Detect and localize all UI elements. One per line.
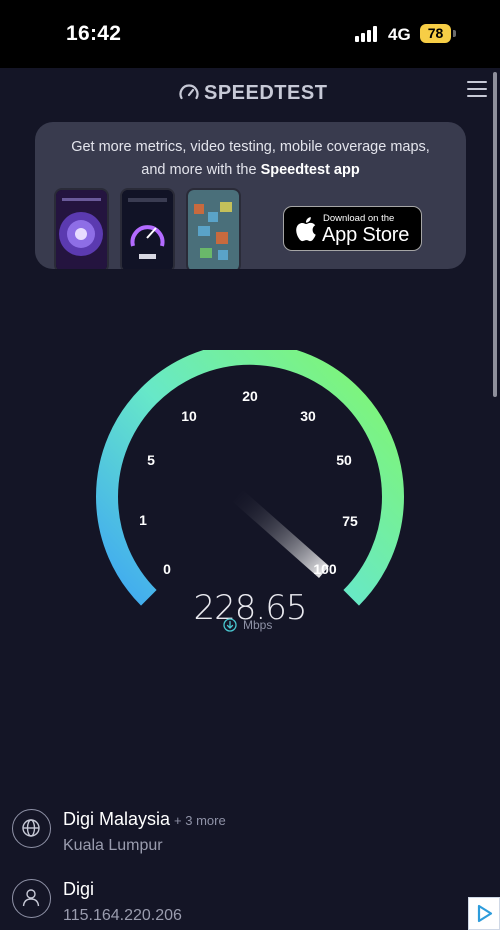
speed-unit: Mbps xyxy=(243,618,273,632)
gauge-tick-10: 10 xyxy=(181,408,197,424)
gauge-tick-20: 20 xyxy=(242,388,258,404)
battery-tip xyxy=(453,30,456,37)
globe-icon xyxy=(12,809,51,848)
gauge-tick-30: 30 xyxy=(300,408,316,424)
client-isp-name: Digi xyxy=(63,879,95,899)
server-name: Digi Malaysia + 3 more xyxy=(63,809,226,830)
phone-preview-image-1 xyxy=(54,188,109,269)
speed-gauge: 0 1 5 10 20 30 50 75 100 xyxy=(95,350,405,620)
ad-choices-icon[interactable] xyxy=(468,897,500,930)
status-time: 16:42 xyxy=(66,22,122,45)
speedometer-logo-icon xyxy=(179,84,199,100)
promo-app-name: Speedtest app xyxy=(260,162,360,178)
promo-text: Get more metrics, video testing, mobile … xyxy=(45,136,456,182)
server-name-text: Digi Malaysia xyxy=(63,809,171,829)
speed-unit-row: Mbps xyxy=(223,617,272,633)
cellular-signal-icon xyxy=(355,26,381,42)
promo-line-2: and more with the Speedtest app xyxy=(45,159,456,182)
gauge-tick-50: 50 xyxy=(336,452,352,468)
scrollbar[interactable] xyxy=(493,72,497,397)
battery-icon: 78 xyxy=(420,24,451,43)
gauge-tick-100: 100 xyxy=(313,561,337,577)
promo-line-2-prefix: and more with the xyxy=(141,162,261,178)
user-icon xyxy=(12,879,51,918)
app-header: SPEEDTEST xyxy=(0,68,500,118)
app-store-label: App Store xyxy=(322,224,410,246)
hamburger-menu-icon[interactable] xyxy=(467,81,487,97)
apple-icon xyxy=(296,217,316,242)
logo-text: SPEEDTEST xyxy=(204,81,328,104)
phone-preview-image-3 xyxy=(186,188,241,269)
download-arrow-icon xyxy=(223,618,237,632)
status-bar: 16:42 4G 78 xyxy=(0,0,500,68)
phone-preview-image-2 xyxy=(120,188,175,269)
speedtest-logo[interactable]: SPEEDTEST xyxy=(178,82,327,104)
app-promo-banner[interactable]: Get more metrics, video testing, mobile … xyxy=(35,122,466,269)
more-servers-link[interactable]: + 3 more xyxy=(174,813,226,828)
gauge-tick-1: 1 xyxy=(139,512,147,528)
client-ip: 115.164.220.206 xyxy=(63,907,182,924)
client-info[interactable]: Digi 115.164.220.206 xyxy=(12,879,482,930)
app-store-small-text: Download on the xyxy=(323,213,395,224)
app-store-button[interactable]: Download on the App Store xyxy=(283,206,422,251)
gauge-tick-75: 75 xyxy=(342,513,358,529)
gauge-tick-0: 0 xyxy=(163,561,171,577)
server-info[interactable]: Digi Malaysia + 3 more Kuala Lumpur xyxy=(12,809,482,867)
network-type: 4G xyxy=(388,25,411,44)
promo-line-1: Get more metrics, video testing, mobile … xyxy=(71,139,430,155)
gauge-tick-5: 5 xyxy=(147,452,155,468)
server-location: Kuala Lumpur xyxy=(63,837,163,854)
